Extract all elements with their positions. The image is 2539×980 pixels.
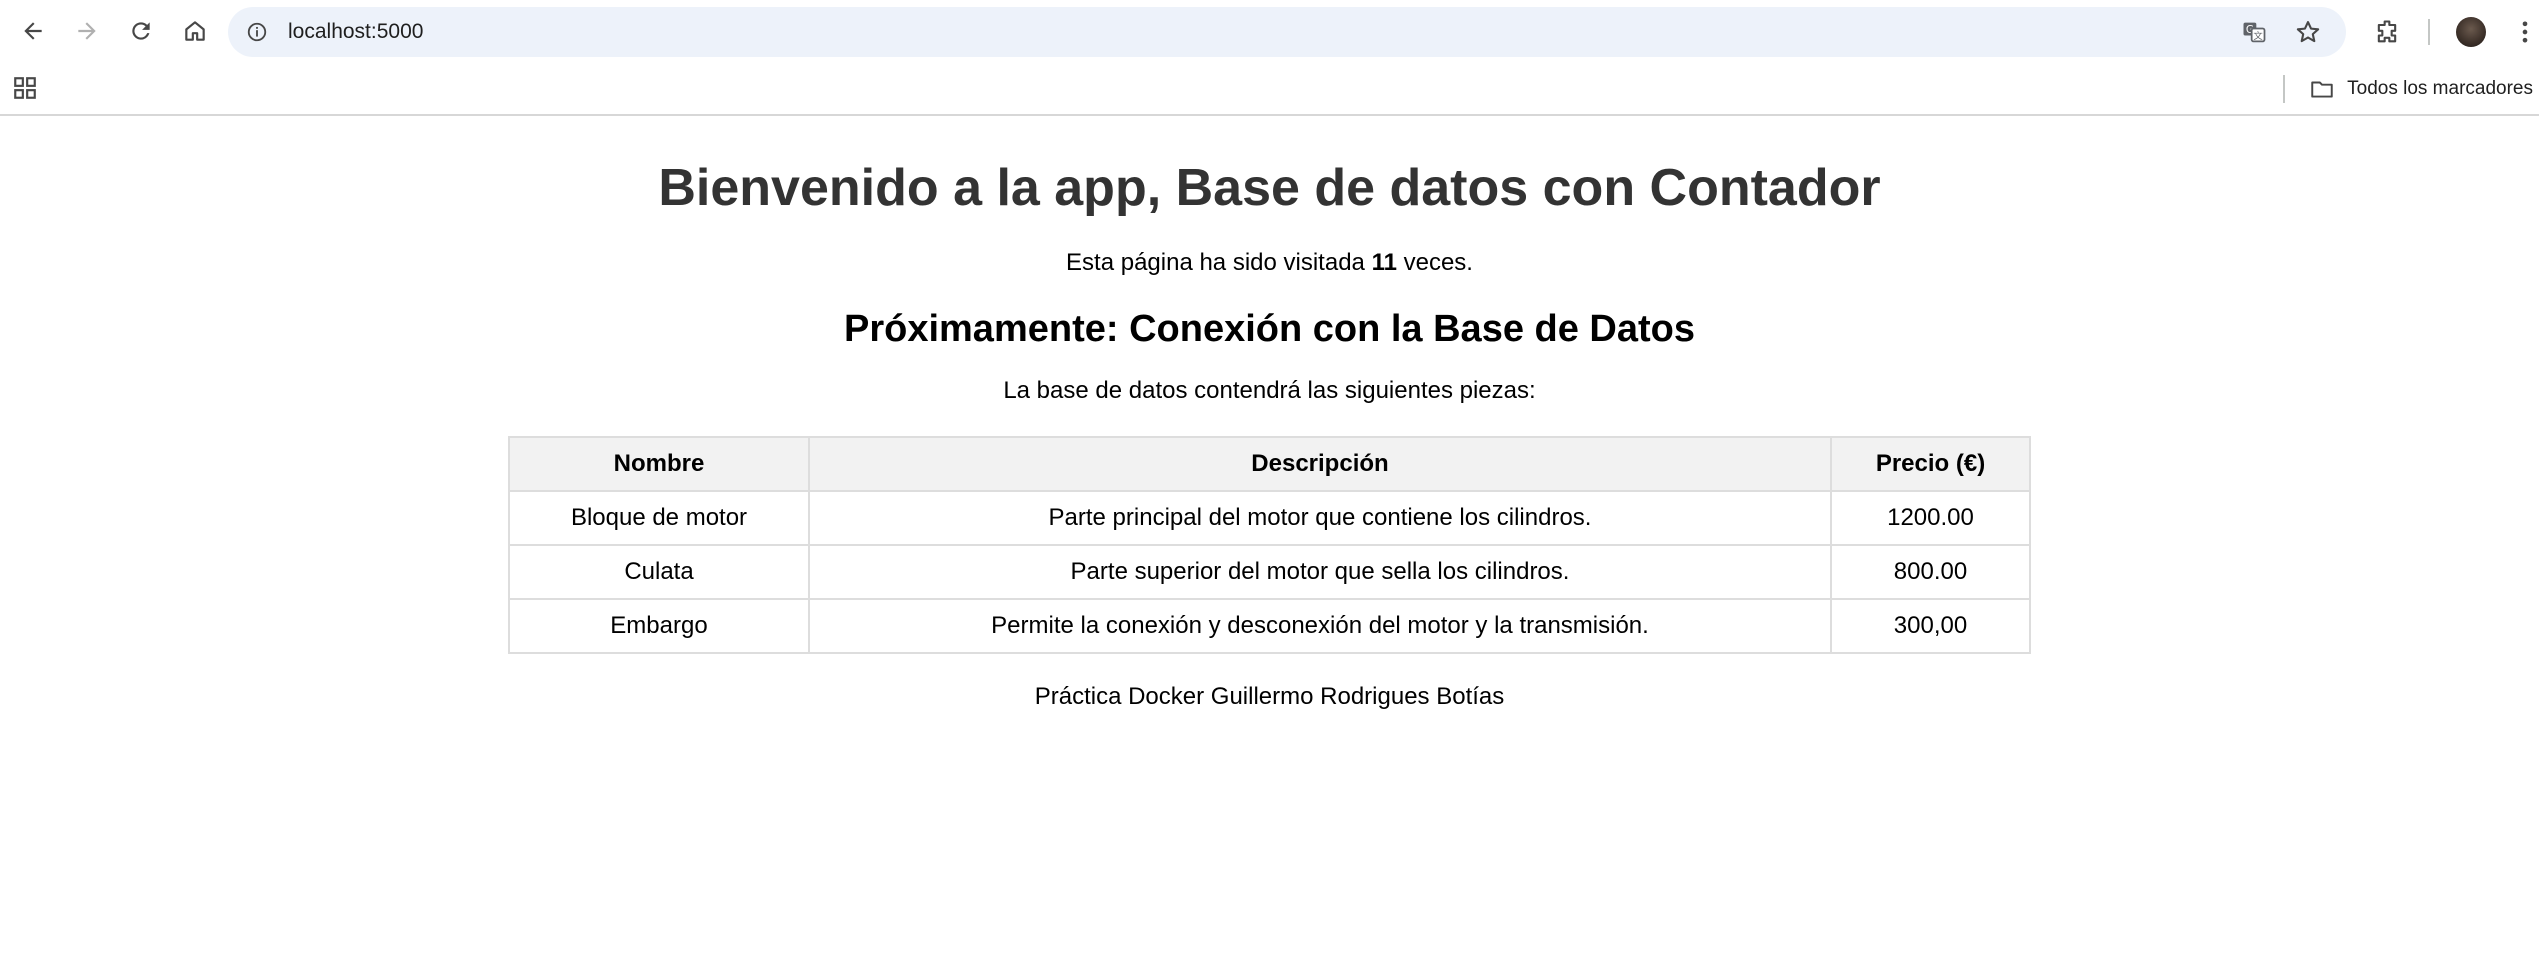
table-row: Bloque de motor Parte principal del moto…	[508, 490, 2031, 546]
footer-text: Práctica Docker Guillermo Rodrigues Botí…	[1034, 683, 1505, 710]
visits-count: 11	[1371, 249, 1397, 276]
cell-precio: 300,00	[1830, 598, 2031, 654]
forward-button[interactable]	[64, 8, 110, 54]
section-heading: Próximamente: Conexión con la Base de Da…	[843, 308, 1695, 350]
translate-icon[interactable]: G文	[2236, 14, 2272, 50]
folder-icon	[2311, 81, 2333, 98]
table-row: Culata Parte superior del motor que sell…	[508, 544, 2031, 600]
reload-button[interactable]	[118, 8, 164, 54]
arrow-left-icon	[24, 22, 42, 40]
header-nombre: Nombre	[508, 436, 810, 492]
apps-grid-icon[interactable]	[12, 75, 38, 101]
reload-icon	[132, 22, 150, 40]
menu-button[interactable]	[2502, 9, 2539, 55]
bookmark-star-icon[interactable]	[2290, 14, 2326, 50]
header-precio: Precio (€)	[1830, 436, 2031, 492]
avatar	[2456, 17, 2486, 47]
arrow-right-icon	[78, 22, 96, 40]
toolbar-divider	[2428, 19, 2430, 45]
cell-descripcion: Parte superior del motor que sella los c…	[808, 544, 1832, 600]
visits-suffix: veces.	[1396, 249, 1473, 276]
address-bar[interactable]: localhost:5000 G文	[228, 7, 2346, 57]
cell-descripcion: Permite la conexión y desconexión del mo…	[808, 598, 1832, 654]
table-row: Embargo Permite la conexión y desconexió…	[508, 598, 2031, 654]
all-bookmarks-folder[interactable]: Todos los marcadores	[2309, 76, 2533, 102]
table-header-row: Nombre Descripción Precio (€)	[508, 436, 2031, 492]
all-bookmarks-label[interactable]: Todos los marcadores	[2347, 78, 2533, 100]
page-content: Bienvenido a la app, Base de datos con C…	[0, 116, 2539, 712]
cell-precio: 800.00	[1830, 544, 2031, 600]
url-text[interactable]: localhost:5000	[288, 20, 423, 44]
cell-descripcion: Parte principal del motor que contiene l…	[808, 490, 1832, 546]
cell-nombre: Embargo	[508, 598, 810, 654]
cell-nombre: Culata	[508, 544, 810, 600]
browser-toolbar: localhost:5000 G文	[0, 0, 2539, 62]
table-intro: La base de datos contendrá las siguiente…	[1003, 377, 1536, 404]
profile-avatar[interactable]	[2448, 9, 2494, 55]
svg-text:文: 文	[2253, 30, 2262, 42]
parts-table: Nombre Descripción Precio (€) Bloque de …	[508, 436, 2031, 654]
page-title: Bienvenido a la app, Base de datos con C…	[658, 159, 1881, 217]
more-vert-icon	[2522, 21, 2528, 43]
cell-nombre: Bloque de motor	[508, 490, 810, 546]
home-button[interactable]	[172, 8, 218, 54]
cell-precio: 1200.00	[1830, 490, 2031, 546]
extensions-icon[interactable]	[2364, 9, 2410, 55]
bookmarks-divider	[2283, 75, 2286, 103]
bookmarks-bar: Todos los marcadores	[0, 62, 2539, 116]
header-descripcion: Descripción	[808, 436, 1832, 492]
visit-counter: Esta página ha sido visitada 11 veces.	[0, 248, 2539, 278]
back-button[interactable]	[10, 8, 56, 54]
site-info-icon[interactable]	[244, 19, 270, 45]
visits-prefix: Esta página ha sido visitada	[1066, 249, 1372, 276]
home-icon	[185, 21, 205, 41]
